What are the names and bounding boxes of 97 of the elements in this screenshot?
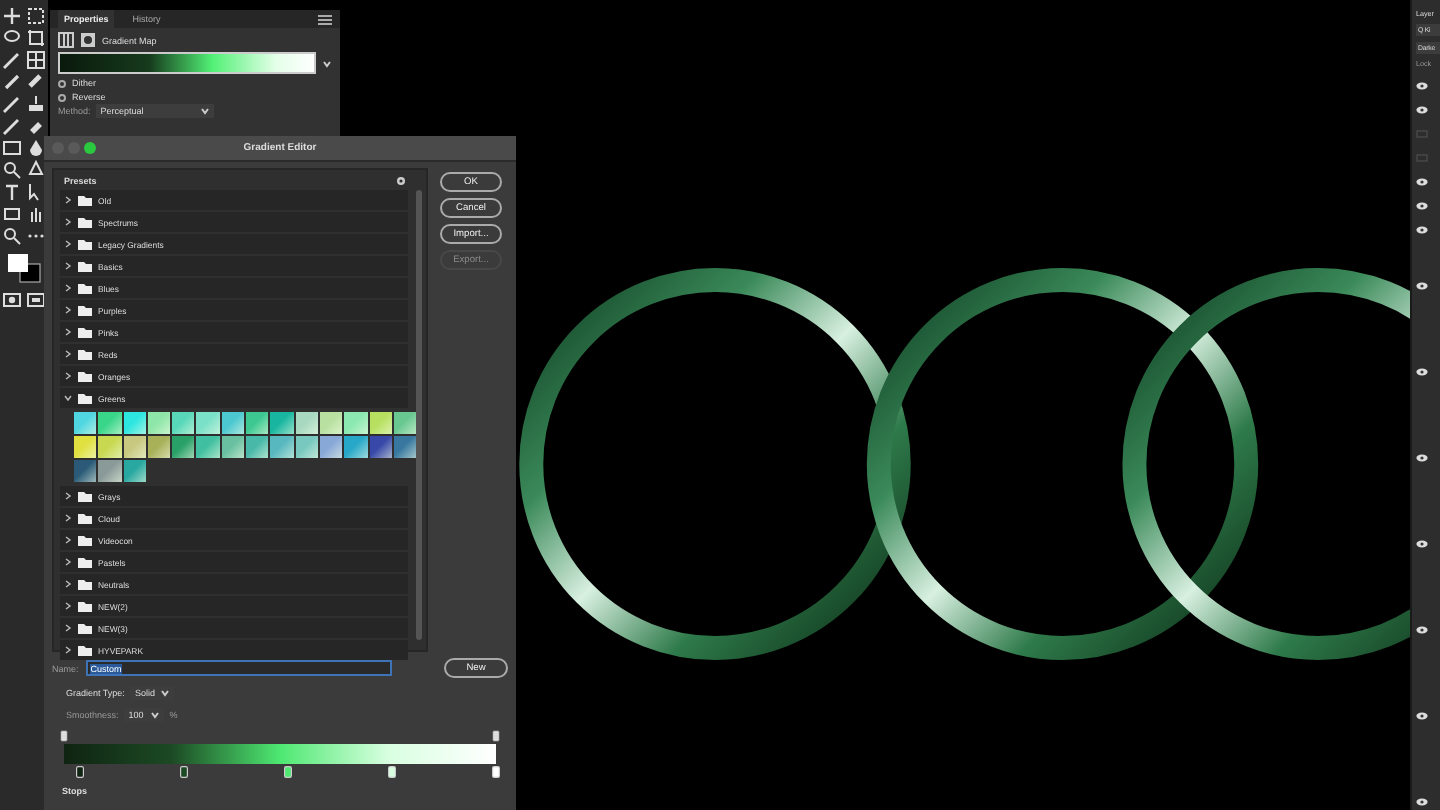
- gradient-swatch[interactable]: [196, 436, 220, 458]
- gradient-swatch[interactable]: [344, 436, 368, 458]
- color-stop[interactable]: [492, 766, 500, 778]
- chevron-right-icon: [64, 602, 72, 610]
- chevron-right-icon: [64, 284, 72, 292]
- gear-icon[interactable]: [396, 175, 406, 185]
- marquee-icon[interactable]: [26, 6, 46, 26]
- brush-icon[interactable]: [2, 50, 22, 70]
- gradient-swatch[interactable]: [270, 436, 294, 458]
- gradient-swatch[interactable]: [393, 412, 417, 434]
- screen-mode-icon[interactable]: [26, 290, 46, 310]
- chevron-right-icon: [64, 218, 72, 226]
- gradient-swatch[interactable]: [221, 436, 245, 458]
- opacity-stop[interactable]: [60, 730, 68, 742]
- checkbox[interactable]: [58, 79, 66, 87]
- magnifier-icon[interactable]: [2, 226, 22, 246]
- gradient-swatch[interactable]: [98, 412, 122, 434]
- caret-icon: [200, 106, 211, 116]
- chevron-right-icon: [64, 262, 72, 270]
- crop-icon[interactable]: [26, 28, 46, 48]
- chevron-right-icon: [64, 646, 72, 654]
- gradient-swatch[interactable]: [147, 412, 171, 434]
- chevron-right-icon: [64, 196, 72, 204]
- gradient-swatch[interactable]: [221, 412, 245, 434]
- eye-icon[interactable]: [1416, 797, 1428, 805]
- chevron-right-icon: [64, 328, 72, 336]
- gradient-preview[interactable]: [58, 52, 317, 74]
- eye-icon[interactable]: [1416, 202, 1428, 210]
- chevron-right-icon: [64, 536, 72, 544]
- eye-icon[interactable]: [1416, 281, 1428, 289]
- eraser-icon[interactable]: [26, 116, 46, 136]
- eye-icon[interactable]: [1416, 539, 1428, 547]
- color-stop[interactable]: [76, 766, 84, 778]
- gradient-swatch[interactable]: [172, 436, 195, 458]
- maximize-button[interactable]: [84, 142, 96, 154]
- stamp-icon[interactable]: [26, 94, 46, 114]
- magnifier-icon[interactable]: [2, 160, 22, 180]
- eye-icon[interactable]: [1416, 367, 1428, 375]
- gradient-swatch[interactable]: [123, 460, 146, 482]
- gradient-swatch[interactable]: [319, 436, 343, 458]
- gradient-swatch[interactable]: [74, 436, 97, 458]
- eye-icon[interactable]: [1416, 226, 1428, 234]
- gradient-swatch[interactable]: [98, 436, 122, 458]
- gradient-swatch[interactable]: [196, 412, 220, 434]
- chevron-right-icon: [64, 558, 72, 566]
- grid-icon[interactable]: [26, 50, 46, 70]
- gradient-swatch[interactable]: [369, 412, 392, 434]
- chevron-right-icon: [64, 580, 72, 588]
- gradient-swatch[interactable]: [344, 412, 368, 434]
- chevron-right-icon: [64, 514, 72, 522]
- color-stop[interactable]: [284, 766, 292, 778]
- caret-icon: [160, 688, 171, 698]
- eye-icon[interactable]: [1416, 178, 1428, 186]
- gradient-swatch[interactable]: [393, 436, 417, 458]
- gradient-swatch[interactable]: [123, 436, 146, 458]
- eye-icon[interactable]: [1416, 625, 1428, 633]
- drop-icon[interactable]: [26, 138, 46, 158]
- eye-icon[interactable]: [1416, 106, 1428, 114]
- gradient-swatch[interactable]: [147, 436, 171, 458]
- gradient-swatch[interactable]: [295, 412, 318, 434]
- mask-icon: [80, 32, 96, 48]
- chevron-down-icon: [64, 394, 72, 402]
- gradient-icon[interactable]: [2, 138, 22, 158]
- gradient-swatch[interactable]: [172, 412, 195, 434]
- chevron-right-icon: [64, 372, 72, 380]
- gradient-swatch[interactable]: [246, 436, 269, 458]
- scrollbar[interactable]: [416, 190, 422, 640]
- quick-mask-icon[interactable]: [2, 290, 22, 310]
- color-stop[interactable]: [388, 766, 396, 778]
- adjustment-icon: [58, 32, 74, 48]
- rectangle-icon[interactable]: [2, 204, 22, 224]
- gradient-swatch[interactable]: [270, 412, 294, 434]
- gradient-swatch[interactable]: [246, 412, 269, 434]
- color-swatches-icon[interactable]: [6, 252, 42, 284]
- eye-icon[interactable]: [1416, 82, 1428, 90]
- checkbox[interactable]: [58, 93, 66, 101]
- gradient-swatch[interactable]: [98, 460, 122, 482]
- type-icon[interactable]: [2, 182, 22, 202]
- eye-icon[interactable]: [1416, 453, 1428, 461]
- gradient-swatch[interactable]: [369, 436, 392, 458]
- gradient-swatch[interactable]: [123, 412, 146, 434]
- move-icon[interactable]: [2, 6, 22, 26]
- chevron-right-icon: [64, 492, 72, 500]
- lasso-icon[interactable]: [2, 28, 22, 48]
- chevron-right-icon: [64, 624, 72, 632]
- gradient-swatch[interactable]: [319, 412, 343, 434]
- eye-icon[interactable]: [1416, 711, 1428, 719]
- gradient-swatch[interactable]: [74, 460, 97, 482]
- caret-icon: [149, 710, 160, 720]
- chevron-right-icon: [64, 350, 72, 358]
- color-stop[interactable]: [180, 766, 188, 778]
- chevron-right-icon: [64, 240, 72, 248]
- gradient-swatch[interactable]: [295, 436, 318, 458]
- opacity-stop[interactable]: [492, 730, 500, 742]
- chevron-right-icon: [64, 306, 72, 314]
- gradient-swatch[interactable]: [74, 412, 97, 434]
- menu-icon[interactable]: [318, 13, 332, 25]
